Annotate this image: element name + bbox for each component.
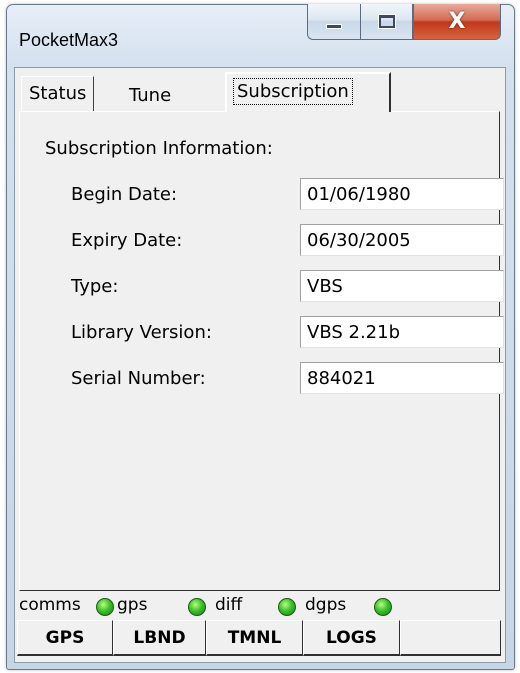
status-indicator-bar: comms gps diff dgps (16, 593, 504, 621)
caption-buttons: X (307, 4, 501, 40)
expiry-date-label: Expiry Date: (71, 230, 183, 251)
indicator-diff-label: diff (215, 595, 243, 615)
tab-lbnd[interactable]: LBND (113, 620, 206, 656)
tab-lbnd-label: LBND (133, 627, 186, 648)
type-field[interactable]: VBS (300, 270, 504, 302)
tab-tune-label: Tune (129, 85, 172, 106)
tab-status[interactable]: Status (21, 76, 95, 111)
maximize-icon (378, 15, 395, 28)
tab-gps-label: GPS (45, 627, 85, 648)
indicator-dgps-label: dgps (305, 595, 347, 615)
indicator-comms-label: comms (19, 595, 81, 615)
app-window: PocketMax3 X Status Tune Subscription Su… (6, 4, 515, 670)
minimize-icon (326, 24, 342, 29)
bottom-tab-bar: GPS LBND TMNL LOGS (17, 620, 501, 656)
tab-empty[interactable] (400, 620, 501, 656)
gps-led-icon (188, 598, 206, 616)
begin-date-field[interactable]: 01/06/1980 (300, 178, 504, 210)
tab-subscription-label: Subscription (233, 78, 353, 105)
indicator-gps-label: gps (117, 595, 148, 615)
library-version-label: Library Version: (71, 322, 212, 343)
minimize-button[interactable] (307, 4, 360, 40)
expiry-date-field[interactable]: 06/30/2005 (300, 224, 504, 256)
comms-led-icon (96, 598, 114, 616)
close-button[interactable]: X (413, 4, 501, 40)
tab-status-label: Status (29, 83, 87, 104)
type-label: Type: (71, 276, 119, 297)
dgps-led-icon (374, 598, 392, 616)
tab-gps[interactable]: GPS (17, 620, 113, 656)
tab-logs[interactable]: LOGS (303, 620, 400, 656)
begin-date-label: Begin Date: (71, 184, 178, 205)
serial-number-field[interactable]: 884021 (300, 362, 504, 394)
subscription-heading: Subscription Information: (45, 138, 273, 159)
close-icon: X (448, 9, 466, 34)
tab-tune[interactable]: Tune (121, 80, 180, 111)
client-area: Status Tune Subscription Subscription In… (14, 67, 506, 663)
window-title: PocketMax3 (19, 30, 119, 50)
tab-subscription[interactable]: Subscription (225, 72, 391, 112)
serial-number-label: Serial Number: (71, 368, 206, 389)
maximize-button[interactable] (360, 4, 413, 40)
diff-led-icon (278, 598, 296, 616)
tab-tmnl-label: TMNL (227, 627, 282, 648)
tab-tmnl[interactable]: TMNL (206, 620, 303, 656)
library-version-field[interactable]: VBS 2.21b (300, 316, 504, 348)
tab-logs-label: LOGS (326, 627, 377, 648)
